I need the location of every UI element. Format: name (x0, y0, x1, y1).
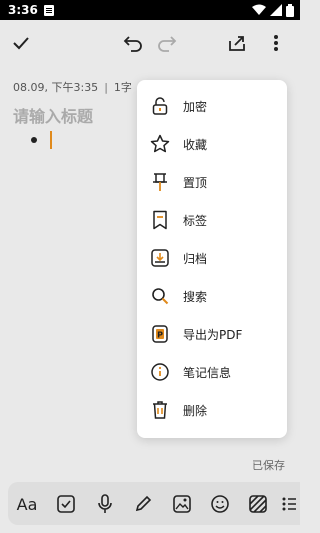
checkbox-icon[interactable] (53, 491, 79, 517)
menu-item-label: 搜索 (183, 289, 208, 304)
svg-text:P: P (157, 331, 163, 340)
info-icon (149, 361, 171, 383)
pen-icon[interactable] (130, 491, 156, 517)
menu-item-delete[interactable]: 删除 (137, 391, 287, 429)
list-bullet (31, 137, 37, 143)
menu-item-archive[interactable]: 归档 (137, 239, 287, 277)
notification-note-icon (43, 4, 54, 16)
search-icon (149, 285, 171, 307)
menu-item-label: 置顶 (183, 175, 208, 190)
signal-icon (270, 4, 282, 16)
microphone-icon[interactable] (92, 491, 118, 517)
editor-toolbar (0, 20, 300, 66)
menu-item-label: 笔记信息 (183, 365, 232, 380)
tag-icon (149, 209, 171, 231)
menu-item-label: 收藏 (183, 137, 208, 152)
background-icon[interactable] (245, 491, 271, 517)
list-icon[interactable] (282, 491, 300, 517)
wifi-icon (252, 4, 266, 15)
archive-icon (149, 247, 171, 269)
battery-icon (286, 3, 294, 17)
menu-item-label: 标签 (183, 213, 208, 228)
menu-item-encrypt[interactable]: 加密 (137, 87, 287, 125)
menu-item-label: 导出为PDF (183, 327, 243, 342)
menu-item-export-pdf[interactable]: P 导出为PDF (137, 315, 287, 353)
meta-separator: | (104, 81, 108, 94)
redo-icon[interactable] (154, 30, 180, 56)
menu-item-label: 加密 (183, 99, 208, 114)
pdf-icon: P (149, 323, 171, 345)
word-count: 1字 (113, 81, 132, 94)
note-date: 08.09, 下午3:35 (13, 81, 99, 94)
image-icon[interactable] (169, 491, 195, 517)
status-right (252, 3, 294, 17)
note-meta: 08.09, 下午3:35 | 1字 (13, 79, 132, 95)
text-format-icon[interactable]: Aa (14, 491, 40, 517)
menu-item-pin[interactable]: 置顶 (137, 163, 287, 201)
title-placeholder[interactable]: 请输入标题 (13, 103, 93, 127)
saved-status: 已保存 (252, 459, 285, 472)
format-bar: Aa (8, 482, 300, 525)
status-bar: 3:36 (0, 0, 300, 20)
pin-icon (149, 171, 171, 193)
lock-icon (149, 95, 171, 117)
text-cursor (50, 131, 52, 149)
menu-item-label: 删除 (183, 403, 208, 418)
text-format-label: Aa (16, 494, 38, 514)
menu-item-favorite[interactable]: 收藏 (137, 125, 287, 163)
undo-icon[interactable] (120, 30, 146, 56)
emoji-icon[interactable] (207, 491, 233, 517)
star-icon (149, 133, 171, 155)
more-vertical-icon[interactable] (263, 30, 289, 56)
menu-item-label: 归档 (183, 251, 208, 266)
more-options-menu: 加密 收藏 置顶 标签 归档 搜索 P 导出为PDF 笔记信息 删除 (137, 80, 287, 438)
trash-icon (149, 399, 171, 421)
menu-item-search[interactable]: 搜索 (137, 277, 287, 315)
status-time: 3:36 (8, 3, 38, 17)
menu-item-tag[interactable]: 标签 (137, 201, 287, 239)
share-icon[interactable] (224, 30, 250, 56)
menu-item-note-info[interactable]: 笔记信息 (137, 353, 287, 391)
check-icon[interactable] (8, 30, 34, 56)
